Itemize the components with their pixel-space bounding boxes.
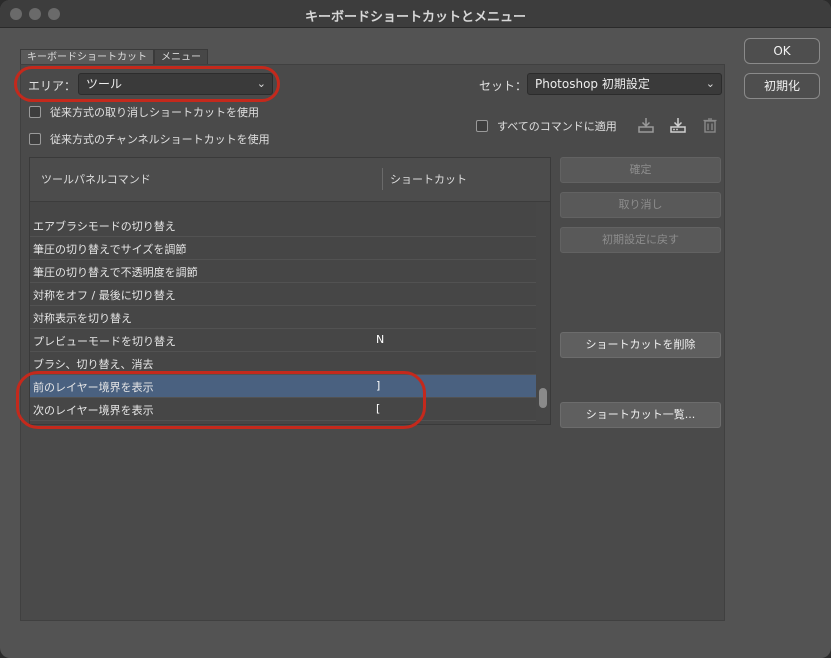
table-row[interactable]: 筆圧の切り替えで不透明度を調節 [30, 260, 536, 283]
table-row[interactable]: 次のレイヤー境界を表示 [ [30, 398, 536, 421]
save-set-icon[interactable] [636, 115, 656, 135]
accept-button[interactable]: 確定 [560, 157, 721, 183]
command-cell: プレビューモードを切り替え [33, 335, 176, 348]
table-row[interactable]: 対称をオフ / 最後に切り替え [30, 283, 536, 306]
legacy-undo-checkbox[interactable] [29, 106, 41, 118]
table-row-selected[interactable]: 前のレイヤー境界を表示 ] [30, 375, 536, 398]
window-title: キーボードショートカットとメニュー [304, 10, 526, 25]
area-label: エリア： [28, 79, 77, 93]
undo-button[interactable]: 取り消し [560, 192, 721, 218]
scrollbar-thumb[interactable] [539, 388, 547, 408]
ok-button[interactable]: OK [744, 38, 820, 64]
legacy-undo-label: 従来方式の取り消しショートカットを使用 [50, 106, 259, 119]
set-select[interactable]: Photoshop 初期設定 ⌄ [527, 73, 722, 95]
tab-keyboard-shortcuts[interactable]: キーボードショートカット [20, 49, 154, 64]
set-label: セット： [479, 79, 528, 93]
table-row[interactable]: エアブラシモードの切り替え [30, 214, 536, 237]
tab-bar: キーボードショートカット メニュー [20, 49, 208, 64]
area-select[interactable]: ツール ⌄ [78, 73, 273, 95]
command-cell: 次のレイヤー境界を表示 [33, 404, 154, 417]
use-default-button[interactable]: 初期設定に戻す [560, 227, 721, 253]
command-cell: 前のレイヤー境界を表示 [33, 381, 154, 394]
command-cell: 筆圧の切り替えで不透明度を調節 [33, 266, 198, 279]
summarize-button[interactable]: ショートカット一覧... [560, 402, 721, 428]
table-row[interactable]: 筆圧の切り替えでサイズを調節 [30, 237, 536, 260]
legacy-channel-label: 従来方式のチャンネルショートカットを使用 [50, 133, 270, 146]
header-edge [550, 158, 551, 202]
shortcut-cell: [ [376, 402, 381, 415]
chevron-down-icon: ⌄ [705, 77, 715, 90]
apply-all-label: すべてのコマンドに適用 [497, 120, 617, 133]
shortcut-cell: ] [376, 379, 381, 392]
chevron-down-icon: ⌄ [256, 77, 266, 90]
shortcuts-table: ツールパネルコマンド ショートカット エアブラシモードの切り替え 筆圧の切り替え… [29, 157, 551, 425]
command-cell: ブラシ、切り替え、消去 [33, 358, 154, 371]
title-bar: キーボードショートカットとメニュー [0, 0, 831, 28]
column-header-command: ツールパネルコマンド [41, 173, 151, 186]
command-cell: 筆圧の切り替えでサイズを調節 [33, 243, 187, 256]
apply-all-checkbox[interactable] [476, 120, 488, 132]
table-header: ツールパネルコマンド ショートカット [30, 158, 551, 202]
legacy-channel-checkbox[interactable] [29, 133, 41, 145]
column-header-shortcut: ショートカット [390, 173, 467, 186]
delete-shortcut-button[interactable]: ショートカットを削除 [560, 332, 721, 358]
area-select-value: ツール [86, 77, 123, 91]
shortcut-cell: N [376, 333, 385, 346]
reset-button[interactable]: 初期化 [744, 73, 820, 99]
table-row[interactable]: 対称表示を切り替え [30, 306, 536, 329]
trash-icon[interactable] [700, 115, 720, 135]
table-row[interactable]: ブラシ、切り替え、消去 [30, 352, 536, 375]
column-divider [382, 168, 383, 190]
new-set-icon[interactable] [668, 115, 688, 135]
table-scrollbar[interactable] [536, 202, 550, 424]
table-row[interactable]: プレビューモードを切り替え N [30, 329, 536, 352]
shortcuts-dialog: キーボードショートカットとメニュー キーボードショートカット メニュー エリア：… [0, 0, 831, 658]
command-cell: 対称をオフ / 最後に切り替え [33, 289, 176, 302]
set-select-value: Photoshop 初期設定 [535, 77, 650, 91]
command-cell: 対称表示を切り替え [33, 312, 132, 325]
command-cell: エアブラシモードの切り替え [33, 220, 176, 233]
tab-menus[interactable]: メニュー [154, 49, 208, 64]
